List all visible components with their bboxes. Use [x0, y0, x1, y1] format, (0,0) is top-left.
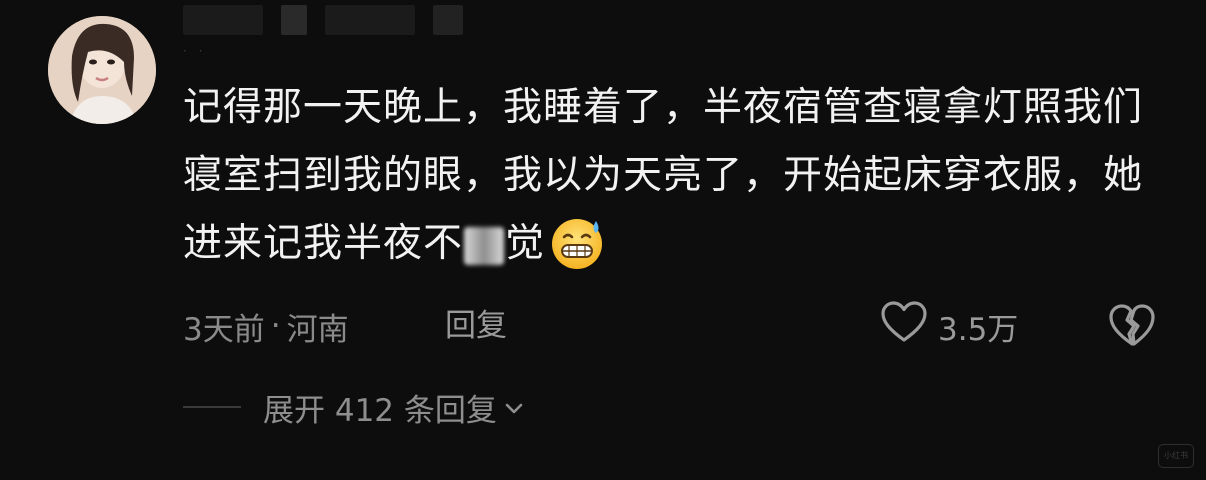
- comment-time: 3天前: [183, 311, 265, 348]
- broken-heart-icon: [1109, 304, 1155, 346]
- expand-replies-button[interactable]: 展开 412 条回复: [183, 384, 525, 430]
- dislike-button[interactable]: [1108, 302, 1156, 348]
- username-redacted: [183, 0, 493, 40]
- comment-text: 记得那一天晚上，我睡着了，半夜宿管查寝拿灯照我们寝室扫到我的眼，我以为天亮了，开…: [183, 74, 1173, 278]
- redaction-block: [183, 5, 263, 35]
- avatar-image: [48, 16, 156, 124]
- comment-text-part: 觉: [505, 221, 546, 266]
- reply-button[interactable]: 回复: [445, 304, 507, 348]
- redaction-block: [325, 5, 415, 35]
- redaction-block: [433, 5, 463, 35]
- avatar[interactable]: [48, 16, 156, 124]
- chevron-down-icon: [505, 403, 523, 414]
- like-count: 3.5万: [938, 311, 1019, 348]
- like-button[interactable]: 3.5万: [880, 300, 1019, 352]
- comment-text-part: 记得那一天晚上，我睡着了，半夜宿管查寝拿灯照我们寝室扫到我的眼，我以为天亮了，开…: [183, 85, 1144, 266]
- heart-outline-icon: [880, 300, 928, 352]
- comment-meta: 3天前 · 河南: [183, 304, 349, 348]
- meta-separator: ·: [270, 308, 281, 344]
- comment-location: 河南: [286, 311, 349, 348]
- expand-replies-label: 展开 412 条回复: [263, 392, 497, 429]
- watermark-logo: 小红书: [1158, 444, 1194, 468]
- comment-item: · · 记得那一天晚上，我睡着了，半夜宿管查寝拿灯照我们寝室扫到我的眼，我以为天…: [0, 0, 1206, 480]
- grinning-sweat-emoji-icon: [549, 215, 605, 271]
- divider-line: [183, 406, 241, 408]
- censored-word: [464, 226, 505, 265]
- redaction-block: [281, 5, 307, 35]
- redacted-dots: · ·: [183, 44, 207, 58]
